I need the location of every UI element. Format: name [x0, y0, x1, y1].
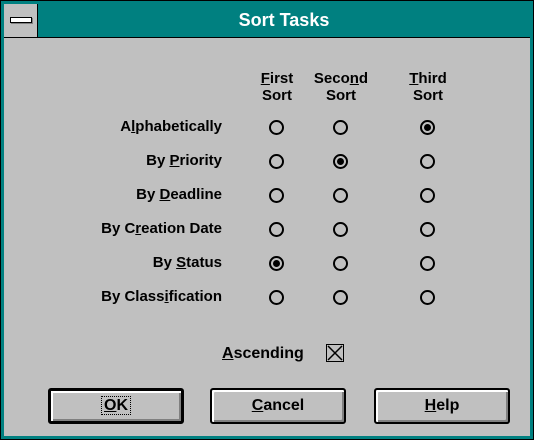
radio-by-status-col3[interactable] [420, 256, 435, 271]
ok-button[interactable]: OK [48, 388, 184, 424]
radio-by-priority-col3[interactable] [420, 154, 435, 169]
row-label-alphabetically: Alphabetically [120, 118, 222, 135]
ok-button-label: OK [100, 396, 131, 415]
radio-by-priority-col2[interactable] [333, 154, 348, 169]
radio-by-classification-col2[interactable] [333, 290, 348, 305]
system-menu-button[interactable] [4, 4, 38, 37]
ascending-label[interactable]: Ascending [222, 344, 304, 364]
cancel-button[interactable]: Cancel [210, 388, 346, 424]
radio-by-status-col2[interactable] [333, 256, 348, 271]
row-label-by-status: By Status [152, 254, 222, 271]
radio-by-creation-date-col1[interactable] [269, 222, 284, 237]
radio-by-classification-col1[interactable] [269, 290, 284, 305]
ascending-checkbox[interactable] [326, 344, 344, 362]
radio-by-status-col1[interactable] [269, 256, 284, 271]
radio-by-deadline-col1[interactable] [269, 188, 284, 203]
radio-by-classification-col3[interactable] [420, 290, 435, 305]
radio-alphabetically-col1[interactable] [269, 120, 284, 135]
system-menu-icon [10, 17, 32, 23]
row-label-by-creation-date: By Creation Date [101, 220, 222, 237]
help-button[interactable]: Help [374, 388, 510, 424]
column-header-2: Second Sort [313, 70, 369, 104]
title-bar[interactable]: Sort Tasks [4, 4, 530, 38]
dialog-title: Sort Tasks [238, 10, 330, 30]
sort-tasks-dialog: Sort Tasks First Sort Second Sort Third Sort … [0, 0, 534, 440]
row-label-by-priority: By Priority [146, 152, 222, 169]
radio-by-priority-col1[interactable] [269, 154, 284, 169]
help-button-label: Help [424, 397, 460, 414]
radio-alphabetically-col2[interactable] [333, 120, 348, 135]
radio-by-deadline-col2[interactable] [333, 188, 348, 203]
cancel-button-label: Cancel [251, 397, 305, 414]
radio-by-creation-date-col3[interactable] [420, 222, 435, 237]
column-header-3: Third Sort [409, 70, 447, 104]
radio-by-deadline-col3[interactable] [420, 188, 435, 203]
radio-alphabetically-col3[interactable] [420, 120, 435, 135]
row-label-by-classification: By Classification [101, 288, 222, 305]
row-label-by-deadline: By Deadline [136, 186, 222, 203]
checkbox-x-icon [327, 345, 343, 361]
radio-by-creation-date-col2[interactable] [333, 222, 348, 237]
